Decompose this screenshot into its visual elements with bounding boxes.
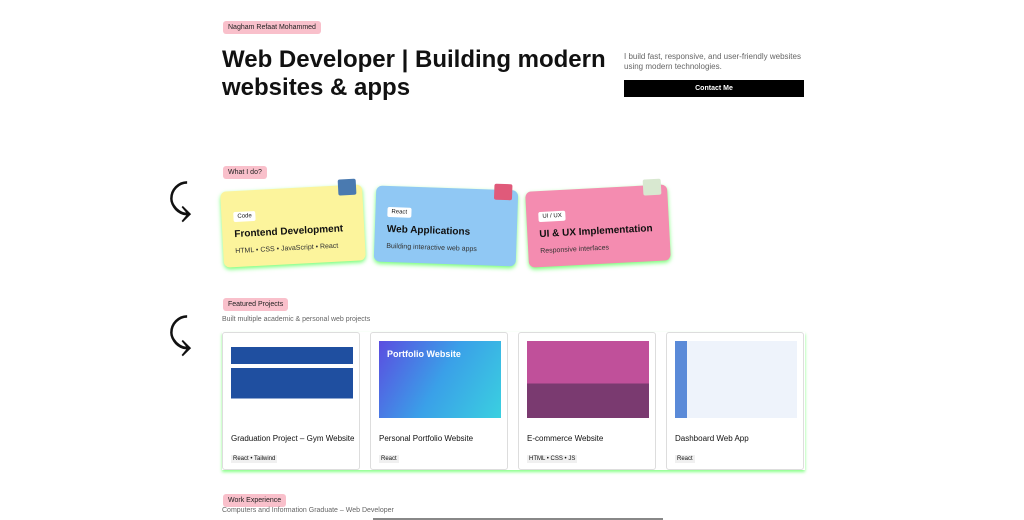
service-chip: React — [387, 206, 412, 218]
service-desc: Responsive interfaces — [540, 244, 610, 256]
page-title: Web Developer | Building modern websites… — [222, 46, 606, 101]
project-title: Dashboard Web App — [675, 434, 749, 443]
project-image: Portfolio Website — [379, 341, 501, 418]
service-card-webapps[interactable]: React Web Applications Building interact… — [373, 183, 519, 267]
experience-subtitle: Computers and Information Graduate – Web… — [222, 507, 394, 514]
contact-button[interactable]: Contact Me — [624, 80, 804, 97]
project-card[interactable]: Graduation Project – Gym Website React •… — [222, 332, 360, 470]
project-tech: React — [379, 455, 399, 463]
project-title: Graduation Project – Gym Website — [231, 434, 355, 443]
browser-icon — [493, 183, 513, 201]
project-card[interactable]: E-commerce Website HTML • CSS • JS — [518, 332, 656, 470]
service-title: Frontend Development — [234, 223, 344, 241]
service-title: Web Applications — [386, 223, 471, 238]
service-card-frontend[interactable]: Code Frontend Development HTML • CSS • J… — [220, 178, 366, 268]
services-label: What I do? — [223, 166, 267, 179]
project-image-text: Portfolio Website — [387, 349, 461, 359]
service-desc: HTML • CSS • JavaScript • React — [235, 242, 339, 256]
projects-subtitle: Built multiple academic & personal web p… — [222, 316, 371, 323]
project-tech: React — [675, 455, 695, 463]
project-tech: React • Tailwind — [231, 455, 278, 463]
project-tech: HTML • CSS • JS — [527, 455, 578, 463]
project-card[interactable]: Portfolio Website Personal Portfolio Web… — [370, 332, 508, 470]
project-image — [527, 341, 649, 418]
projects-label: Featured Projects — [223, 298, 289, 311]
project-image — [231, 341, 353, 418]
curly-arrow-icon: ⤹ — [168, 312, 192, 356]
service-chip: Code — [233, 210, 257, 223]
projects-grid: Graduation Project – Gym Website React •… — [222, 332, 805, 470]
project-card[interactable]: Dashboard Web App React — [666, 332, 804, 470]
service-card-uiux[interactable]: UI / UX UI & UX Implementation Responsiv… — [525, 178, 671, 268]
experience-label: Work Experience — [223, 494, 287, 507]
project-title: Personal Portfolio Website — [379, 434, 474, 443]
project-title: E-commerce Website — [527, 434, 604, 443]
project-image — [675, 341, 797, 418]
service-title: UI & UX Implementation — [539, 223, 653, 241]
computer-icon — [337, 178, 357, 196]
monitor-icon — [642, 178, 662, 196]
service-desc: Building interactive web apps — [386, 242, 477, 254]
service-chip: UI / UX — [538, 210, 567, 223]
intro-text: I build fast, responsive, and user-frien… — [624, 52, 801, 71]
curly-arrow-icon: ⤹ — [168, 178, 192, 222]
name-badge: Nagham Refaat Mohammed — [223, 21, 321, 34]
